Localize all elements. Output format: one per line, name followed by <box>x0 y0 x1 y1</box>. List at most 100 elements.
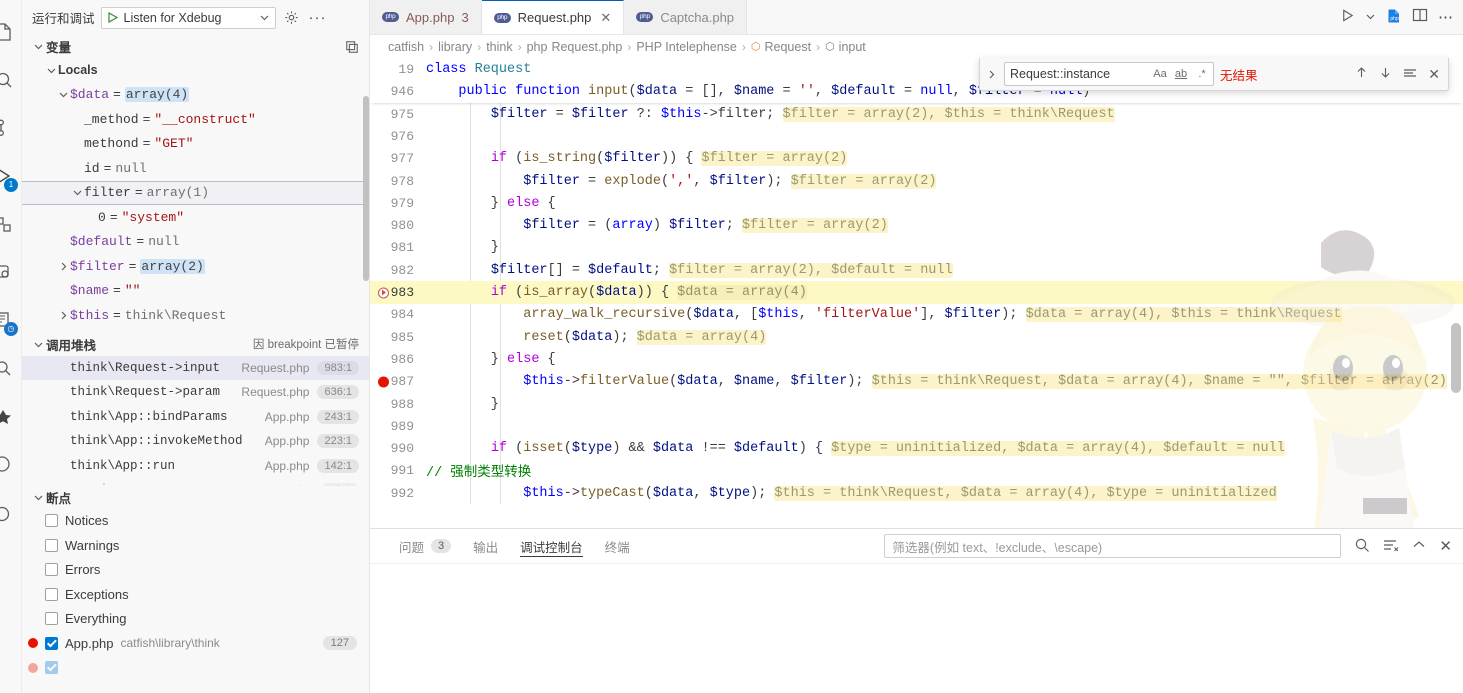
panel-tab-terminal[interactable]: 终端 <box>594 529 641 564</box>
variable-row[interactable]: $this = think\Request <box>22 303 369 328</box>
search-2-icon[interactable] <box>0 344 22 392</box>
chevron-up-icon[interactable] <box>1412 538 1426 554</box>
breakpoint-checkbox[interactable] <box>45 587 58 601</box>
breakpoint-icon[interactable] <box>378 376 389 388</box>
breakpoint-checkbox[interactable] <box>45 612 58 626</box>
variable-row[interactable]: id = null <box>22 156 369 181</box>
match-case-icon[interactable]: Aa <box>1152 68 1168 80</box>
start-debugging-icon[interactable] <box>106 11 119 24</box>
breakpoints-section-header[interactable]: 断点 <box>22 486 369 509</box>
arrow-down-icon[interactable] <box>1379 66 1392 82</box>
tab-app-php[interactable]: php App.php 3 <box>370 0 482 34</box>
panel-tab-problems[interactable]: 问题 3 <box>388 529 462 564</box>
variable-row[interactable]: $filter = array(2) <box>22 254 369 279</box>
variable-row[interactable]: $data = array(4) <box>22 83 369 108</box>
breadcrumb-item-request-class[interactable]: ⬡ Request <box>751 40 811 54</box>
tab-request-php[interactable]: php Request.php ✕ <box>481 0 625 34</box>
variables-scrollbar[interactable] <box>363 96 369 281</box>
callstack-row[interactable]: think\App::bindParams App.php 243:1 <box>22 405 369 430</box>
chevron-down-icon[interactable] <box>1365 10 1376 25</box>
code-editor[interactable]: 19 class Request 946 public function inp… <box>370 58 1463 528</box>
use-regex-icon[interactable]: .* <box>1194 68 1210 80</box>
arrow-up-icon[interactable] <box>1355 66 1368 82</box>
gear-icon[interactable] <box>282 8 302 28</box>
bookmarks-icon[interactable] <box>0 392 22 440</box>
callstack-row[interactable]: think\App::invokeMethod App.php 223:1 <box>22 429 369 454</box>
chevron-down-icon[interactable] <box>70 187 84 198</box>
breakpoint-row[interactable]: Errors <box>22 558 369 583</box>
variable-row[interactable]: methond = "GET" <box>22 132 369 157</box>
breakpoint-row-app-php[interactable]: App.php catfish\library\think 127 <box>22 631 369 656</box>
variable-row[interactable]: _method = "__construct" <box>22 107 369 132</box>
remote-explorer-icon[interactable] <box>0 248 22 296</box>
breakpoint-checkbox[interactable] <box>45 636 58 650</box>
tab-captcha-php[interactable]: php Captcha.php <box>624 0 748 34</box>
toggle-replace-chevron-right-icon[interactable] <box>984 69 998 80</box>
variable-row[interactable]: $name = "" <box>22 279 369 304</box>
extensions-icon[interactable] <box>0 200 22 248</box>
callstack-row[interactable]: think\Request->input Request.php 983:1 <box>22 355 369 380</box>
ellipsis-icon[interactable]: ··· <box>308 8 328 28</box>
source-control-icon[interactable] <box>0 104 22 152</box>
find-in-selection-icon[interactable] <box>1403 66 1417 82</box>
breadcrumb-item-library[interactable]: library <box>438 40 472 54</box>
callstack-row[interactable]: require start.php 42:1 <box>22 478 369 486</box>
chevron-down-icon[interactable] <box>44 65 58 76</box>
open-php-preview-icon[interactable]: php <box>1386 8 1402 27</box>
breakpoint-row[interactable]: Warnings <box>22 533 369 558</box>
variable-row[interactable]: 0 = "system" <box>22 205 369 230</box>
line-number: 979 <box>390 195 414 211</box>
search-icon[interactable] <box>1354 537 1370 556</box>
close-icon[interactable]: ✕ <box>600 10 611 26</box>
split-editor-icon[interactable] <box>1412 8 1428 26</box>
variables-section-header[interactable]: 变量 <box>22 35 369 58</box>
find-input[interactable]: Request::instance Aa ab .* <box>1004 62 1214 86</box>
breadcrumb-item-catfish[interactable]: catfish <box>388 40 424 54</box>
close-icon[interactable]: ✕ <box>1428 66 1440 83</box>
chevron-down-icon[interactable] <box>30 339 46 350</box>
close-icon[interactable]: ✕ <box>1439 537 1452 555</box>
chevron-down-icon[interactable] <box>56 89 70 100</box>
callstack-section-header[interactable]: 调用堆栈 因 breakpoint 已暂停 <box>22 333 369 356</box>
breadcrumb-item-request-php[interactable]: php Request.php <box>527 40 623 54</box>
copy-all-icon[interactable] <box>345 40 359 54</box>
variable-row-filter[interactable]: filter = array(1) <box>22 180 369 205</box>
breakpoint-checkbox[interactable] <box>45 563 58 577</box>
debug-console-filter-input[interactable]: 筛选器(例如 text、!exclude、\escape) <box>884 534 1342 558</box>
testing-icon[interactable]: ◷ <box>0 296 22 344</box>
chevron-right-icon[interactable] <box>56 261 70 272</box>
run-and-debug-icon[interactable]: 1 <box>0 152 22 200</box>
chevron-down-icon[interactable] <box>30 41 46 52</box>
breakpoint-row-partial[interactable] <box>22 656 369 681</box>
more-actions-icon[interactable]: ⋯ <box>1438 10 1454 25</box>
editor-scrollbar[interactable] <box>1451 323 1461 393</box>
run-or-debug-icon[interactable] <box>1340 8 1355 26</box>
clear-console-icon[interactable] <box>1383 538 1399 555</box>
variable-row[interactable]: $default = null <box>22 230 369 255</box>
chevron-right-icon[interactable] <box>56 310 70 321</box>
panel-tab-debug-console[interactable]: 调试控制台 <box>509 529 594 564</box>
debug-current-line-breakpoint-icon[interactable] <box>378 287 389 299</box>
breakpoint-checkbox[interactable] <box>45 538 58 552</box>
chevron-down-icon[interactable] <box>30 492 46 503</box>
breadcrumb-item-input-method[interactable]: ⬡ input <box>825 40 866 54</box>
debug-console-output[interactable] <box>370 564 1463 693</box>
breadcrumb-item-think[interactable]: think <box>486 40 512 54</box>
breakpoint-row[interactable]: Notices <box>22 509 369 534</box>
match-whole-word-icon[interactable]: ab <box>1173 68 1189 80</box>
callstack-row[interactable]: think\App::run App.php 142:1 <box>22 454 369 479</box>
panel-tab-output[interactable]: 输出 <box>462 529 509 564</box>
variables-scope-locals[interactable]: Locals <box>22 58 369 83</box>
breakpoint-row[interactable]: Exceptions <box>22 582 369 607</box>
chevron-down-icon[interactable] <box>259 12 273 23</box>
search-icon[interactable] <box>0 56 22 104</box>
settings-gear-icon[interactable] <box>0 488 22 536</box>
account-icon[interactable] <box>0 440 22 488</box>
breakpoint-checkbox[interactable] <box>45 661 58 675</box>
breakpoint-row[interactable]: Everything <box>22 607 369 632</box>
launch-configuration-select[interactable]: Listen for Xdebug <box>100 6 276 29</box>
callstack-row[interactable]: think\Request->param Request.php 636:1 <box>22 380 369 405</box>
explorer-icon[interactable] <box>0 8 22 56</box>
breadcrumb-item-intelephense[interactable]: PHP Intelephense <box>636 40 737 54</box>
breakpoint-checkbox[interactable] <box>45 514 58 528</box>
